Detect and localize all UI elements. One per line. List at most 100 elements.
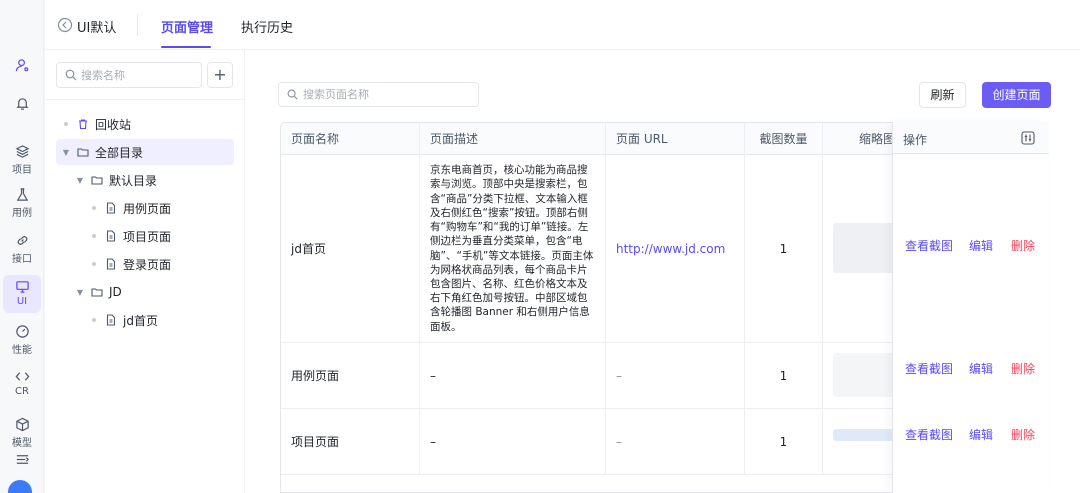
tree-node-all-directories[interactable]: ▼ 全部目录 <box>56 139 234 165</box>
rail-label: 接口 <box>12 254 32 265</box>
delete-button[interactable]: 删除 <box>1011 237 1035 254</box>
page-name-cell: 用例页面 <box>281 343 420 408</box>
folder-icon <box>77 148 89 157</box>
view-screenshot-button[interactable]: 查看截图 <box>905 360 953 377</box>
caret-down-icon[interactable]: ▼ <box>73 176 87 185</box>
rail-label: 项目 <box>12 165 32 176</box>
app: 项目 用例 接口 UI 性能 CR 模型 UI默认 页面管理 执行历史 搜索名称… <box>0 0 1080 493</box>
search-icon <box>65 69 77 81</box>
cube-icon <box>15 417 29 432</box>
directory-tree-panel: + 回收站 ▼ 全部目录 ▼ 默认目录 用例页面 项目页面 <box>45 50 245 493</box>
rail-label: 用例 <box>12 208 32 219</box>
page-url-cell: http://www.jd.com <box>606 155 745 342</box>
caret-down-icon[interactable]: ▼ <box>73 288 87 297</box>
rail-item-model[interactable]: 模型 <box>0 417 44 449</box>
delete-button[interactable]: 删除 <box>1011 426 1035 443</box>
operations-title: 操作 <box>903 133 928 147</box>
page-search <box>278 82 479 107</box>
rail-collapse[interactable] <box>0 452 44 467</box>
tree-node-label: 全部目录 <box>95 145 144 160</box>
page-desc-cell: – <box>420 343 606 408</box>
nav-rail: 项目 用例 接口 UI 性能 CR 模型 <box>0 0 44 493</box>
operations-column: 操作 查看截图 编辑 删除 查看截图 编辑 删除 查看截图 编辑 删除 <box>892 122 1049 493</box>
page-description: 京东电商首页，核心功能为商品搜索与浏览。顶部中央是搜索栏，包含“商品”分类下拉框… <box>430 164 594 333</box>
divider <box>45 99 245 100</box>
app-name: UI默认 <box>77 21 117 36</box>
screenshot-count-cell: 1 <box>745 155 823 342</box>
view-screenshot-button[interactable]: 查看截图 <box>905 237 953 254</box>
bell-icon <box>15 98 29 110</box>
rail-item-case[interactable]: 用例 <box>0 187 44 219</box>
page-url-cell: – <box>606 343 745 408</box>
refresh-button[interactable]: 刷新 <box>919 82 966 108</box>
operations-header: 操作 <box>893 122 1049 154</box>
page-url-cell: – <box>606 409 745 474</box>
create-page-button[interactable]: 创建页面 <box>982 82 1051 108</box>
rail-item-perf[interactable]: 性能 <box>0 324 44 356</box>
page-url-empty: – <box>616 434 622 449</box>
search-icon <box>287 89 298 100</box>
page-url-empty: – <box>616 368 622 383</box>
tree-search <box>56 62 202 88</box>
tree-node-label: 登录页面 <box>123 257 172 272</box>
caret-down-icon[interactable]: ▼ <box>59 148 73 157</box>
delete-button[interactable]: 删除 <box>1011 360 1035 377</box>
tree-node-label: JD <box>109 285 122 299</box>
tree-search-input[interactable] <box>81 63 199 87</box>
column-header: 截图数量 <box>745 123 823 155</box>
page-url-link[interactable]: http://www.jd.com <box>616 242 725 256</box>
tree-node-project-page[interactable]: 项目页面 <box>87 223 233 249</box>
thumbnail-image[interactable] <box>833 223 893 273</box>
trash-icon <box>79 119 87 130</box>
code-icon <box>15 372 29 381</box>
rail-label: 模型 <box>12 438 32 449</box>
edit-button[interactable]: 编辑 <box>969 237 993 254</box>
tab-page-management[interactable]: 页面管理 <box>161 17 213 36</box>
tree-node-case-page[interactable]: 用例页面 <box>87 195 233 221</box>
rail-user[interactable] <box>0 58 44 73</box>
screenshot-count-cell: 1 <box>745 343 823 408</box>
tree-node-label: 项目页面 <box>123 229 172 244</box>
column-header: 页面 URL <box>606 123 745 155</box>
column-header: 页面描述 <box>420 123 606 155</box>
tab-execution-history[interactable]: 执行历史 <box>241 17 293 36</box>
tree-node-login-page[interactable]: 登录页面 <box>87 251 233 277</box>
rail-item-ui[interactable]: UI <box>3 275 41 313</box>
page-desc-cell: – <box>420 409 606 474</box>
rail-label: CR <box>15 386 29 397</box>
tree-node-jd[interactable]: ▼ JD <box>73 279 233 305</box>
file-icon <box>106 314 116 326</box>
active-tab-indicator <box>161 46 211 48</box>
back-icon[interactable] <box>57 17 73 33</box>
thumbnail-image[interactable] <box>833 353 893 397</box>
monitor-icon <box>15 281 29 293</box>
edit-button[interactable]: 编辑 <box>969 426 993 443</box>
tree-node-jd-home[interactable]: jd首页 <box>87 307 233 333</box>
screenshot-count-cell: 1 <box>745 409 823 474</box>
add-directory-button[interactable]: + <box>207 62 233 88</box>
floating-action-button[interactable] <box>8 480 32 493</box>
rail-label: 性能 <box>12 345 32 356</box>
top-bar: UI默认 页面管理 执行历史 <box>45 0 1080 50</box>
tree-node-label: 默认目录 <box>109 173 158 188</box>
page-management-main: 刷新 创建页面 页面名称 页面描述 页面 URL 截图数量 缩略图 jd首页 京… <box>245 50 1080 493</box>
folder-icon <box>91 176 103 185</box>
file-icon <box>106 202 116 214</box>
rail-notifications[interactable] <box>0 96 44 111</box>
tree-node-recycle-bin[interactable]: 回收站 <box>59 111 235 137</box>
tree-node-label: 用例页面 <box>123 201 172 216</box>
page-search-input[interactable] <box>303 83 473 106</box>
column-settings-icon[interactable] <box>1021 131 1035 145</box>
rail-item-project[interactable]: 项目 <box>0 144 44 176</box>
view-screenshot-button[interactable]: 查看截图 <box>905 426 953 443</box>
page-name-cell: jd首页 <box>281 155 420 342</box>
file-icon <box>106 258 116 270</box>
thumbnail-image[interactable] <box>833 429 893 441</box>
rail-item-api[interactable]: 接口 <box>0 233 44 265</box>
rail-label: UI <box>16 296 28 307</box>
tree-node-label: 回收站 <box>95 117 132 132</box>
rail-item-cr[interactable]: CR <box>0 369 44 397</box>
edit-button[interactable]: 编辑 <box>969 360 993 377</box>
layers-icon <box>15 145 29 158</box>
tree-node-default-directory[interactable]: ▼ 默认目录 <box>73 167 233 193</box>
